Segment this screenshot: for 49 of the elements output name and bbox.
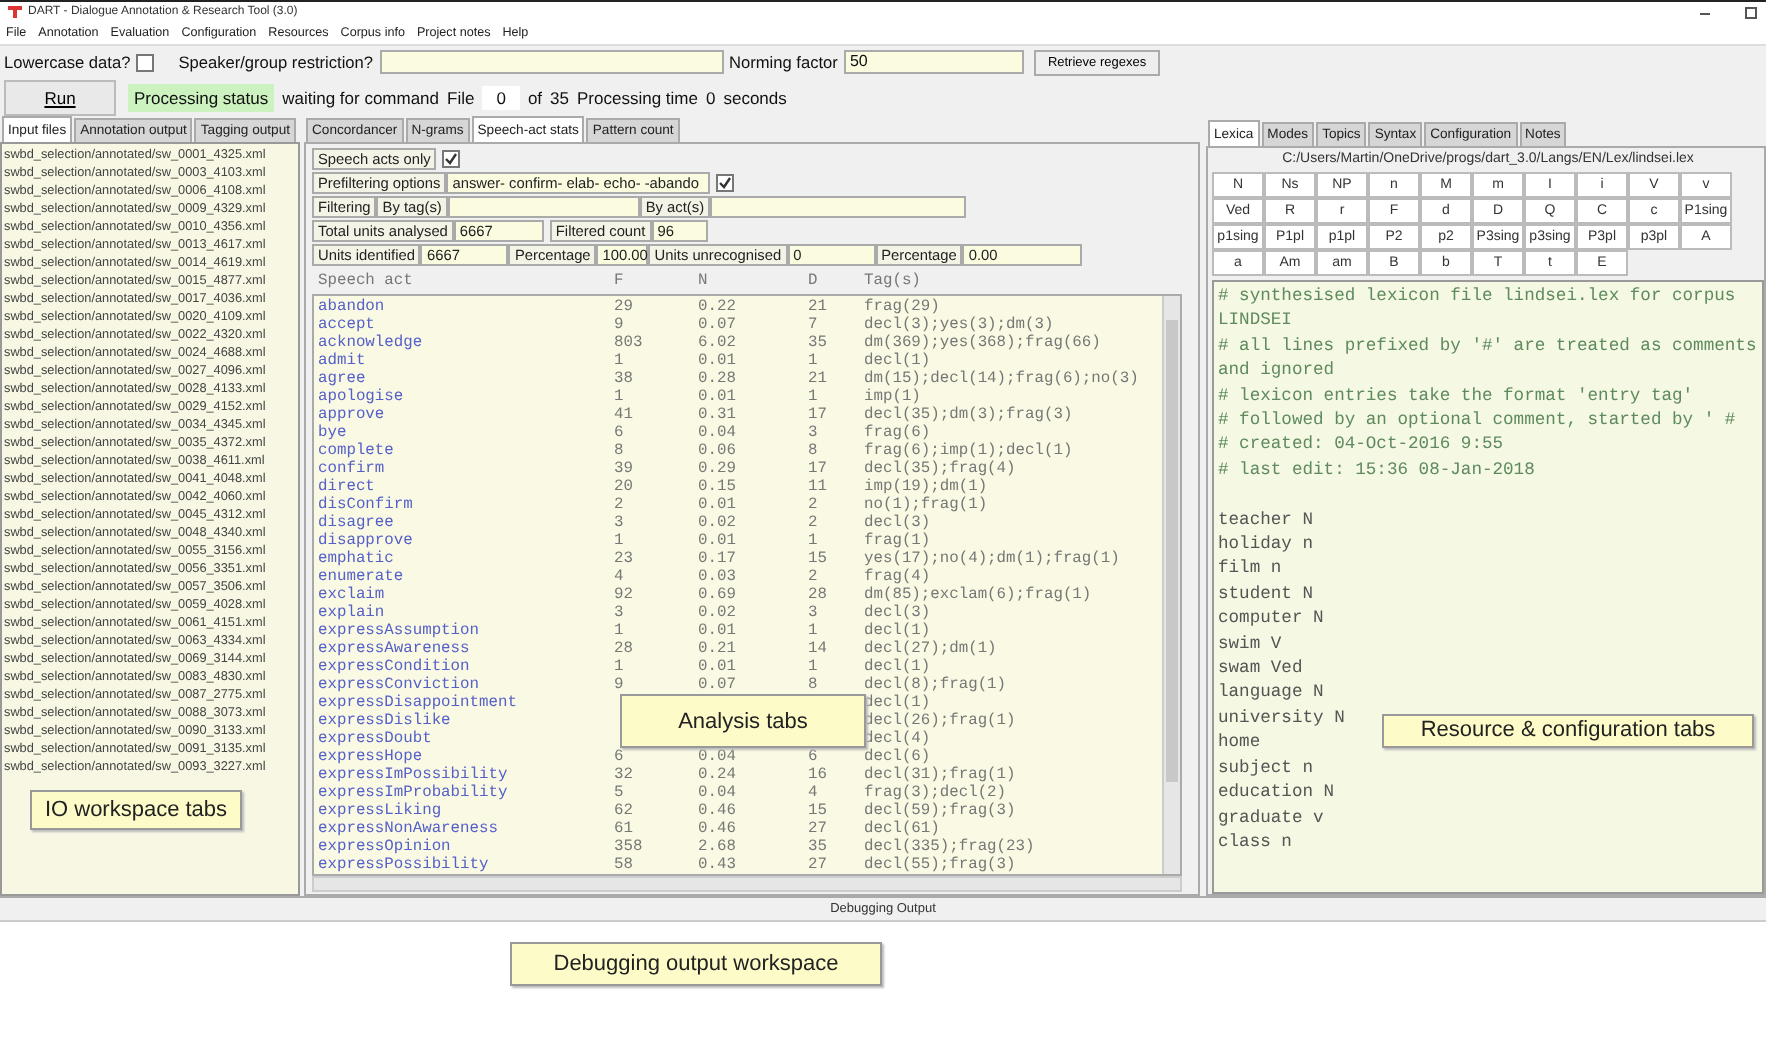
input-field[interactable] (447, 196, 640, 218)
maximize-icon[interactable] (1744, 5, 1758, 19)
total-count: 35 (550, 87, 570, 107)
text-line: film n (1218, 556, 1282, 582)
text-line: # followed by an optional comment, started by ' # (1218, 408, 1736, 433)
status-text: waiting for command (282, 87, 440, 107)
time-label: Processing time (577, 87, 698, 107)
text-line: # all lines prefixed by '#' are treated as comments and ignored (1218, 333, 1758, 384)
input-field[interactable] (710, 196, 967, 218)
text-line: university N (1218, 705, 1345, 731)
text-line: home (1218, 730, 1261, 756)
horizontal-scrollbar[interactable] (312, 876, 1182, 892)
text-line: swam Ved (1218, 656, 1303, 681)
text-line: # synthesised lexicon file lindsei.lex for corpus LINDSEI (1218, 284, 1738, 334)
file-count: 0 (482, 85, 520, 109)
text-line: # created: 04-Oct-2016 9:55 (1218, 432, 1504, 458)
text-line: holiday n (1218, 532, 1314, 557)
text-line: subject n (1218, 755, 1314, 781)
run-button[interactable]: Run (4, 79, 116, 115)
input-field[interactable] (379, 50, 724, 74)
seconds-label: seconds (723, 87, 787, 107)
text-editor[interactable] (1212, 280, 1764, 894)
of-label: of (527, 87, 543, 107)
time-value: 0 (705, 87, 716, 107)
status-label: Processing status (128, 83, 275, 111)
text-line: swim V (1218, 631, 1282, 657)
checkbox[interactable] (716, 174, 735, 192)
checkbox[interactable] (136, 53, 155, 71)
text-line: computer N (1218, 606, 1324, 632)
file-label: File (447, 87, 475, 107)
text-line: student N (1218, 581, 1314, 607)
text-line: class n (1218, 829, 1292, 855)
text-line: # lexicon entries take the format 'entry tag' (1218, 383, 1694, 409)
callout-tooltip: Analysis tabs (620, 694, 866, 748)
text-line: education N (1218, 780, 1335, 806)
callout-tooltip: Resource & configuration tabs (1382, 714, 1754, 748)
text-line: graduate v (1218, 805, 1324, 830)
callout-tooltip: IO workspace tabs (30, 790, 242, 830)
callout-tooltip: Debugging output workspace (510, 942, 882, 986)
text-field[interactable]: 50 (843, 50, 1024, 74)
text-line: teacher N (1218, 507, 1314, 533)
checkbox[interactable] (442, 150, 461, 168)
text-line: # last edit: 15:36 08-Jan-2018 (1218, 457, 1535, 483)
app-logo-icon (8, 6, 22, 18)
lowercase-label: Lowercase data? (4, 52, 131, 72)
text-line: language N (1218, 680, 1324, 706)
vertical-scrollbar[interactable] (1162, 296, 1180, 874)
norming-factor-label: Norming factor (729, 52, 838, 72)
speaker-restriction-label: Speaker/group restriction? (178, 52, 374, 72)
